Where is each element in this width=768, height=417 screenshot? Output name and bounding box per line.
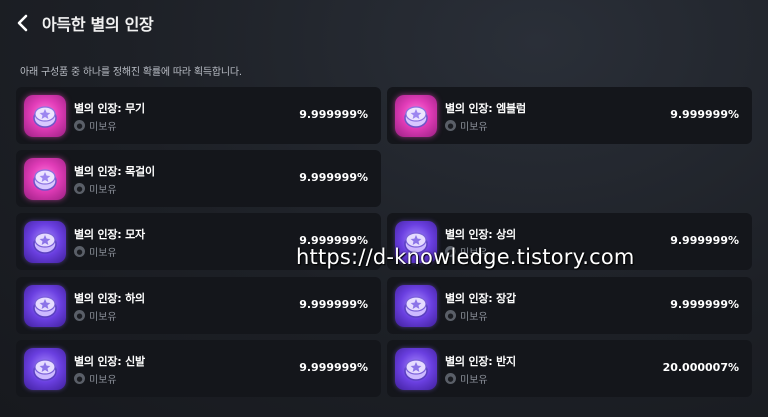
- item-status-label: 미보유: [89, 122, 117, 133]
- item-probability: 9.999999%: [299, 171, 368, 184]
- item-card-gloves[interactable]: 별의 인장: 장갑 ● 미보유 9.999999%: [387, 277, 752, 334]
- item-name: 별의 인장: 신발: [74, 355, 145, 368]
- lock-badge-icon: ●: [445, 120, 456, 131]
- item-card-bottom[interactable]: 별의 인장: 하의 ● 미보유 9.999999%: [16, 277, 381, 334]
- item-name: 별의 인장: 반지: [445, 355, 516, 368]
- lock-badge-icon: ●: [74, 373, 85, 384]
- star-seal-icon: [33, 106, 57, 128]
- item-icon-box: [395, 95, 437, 137]
- item-card-emblem[interactable]: 별의 인장: 엠블럼 ● 미보유 9.999999%: [387, 87, 752, 144]
- item-status: ● 미보유: [445, 118, 488, 133]
- chevron-left-icon: [17, 14, 28, 32]
- item-status: ● 미보유: [74, 118, 117, 133]
- item-icon-box: [395, 348, 437, 390]
- page-title: 아득한 별의 인장: [42, 15, 154, 34]
- item-status-label: 미보유: [89, 375, 117, 386]
- star-seal-icon: [404, 296, 428, 318]
- item-status: ● 미보유: [74, 181, 117, 196]
- item-name: 별의 인장: 목걸이: [74, 165, 155, 178]
- item-icon-box: [24, 221, 66, 263]
- item-status-label: 미보유: [460, 375, 488, 386]
- item-status: ● 미보유: [445, 308, 488, 323]
- watermark-text: https://d-knowledge.tistory.com: [296, 245, 635, 269]
- item-probability: 9.999999%: [670, 234, 739, 247]
- item-card-weapon[interactable]: 별의 인장: 무기 ● 미보유 9.999999%: [16, 87, 381, 144]
- item-status: ● 미보유: [74, 371, 117, 386]
- item-icon-box: [24, 348, 66, 390]
- lock-badge-icon: ●: [74, 310, 85, 321]
- star-seal-icon: [33, 169, 57, 191]
- item-card-ring[interactable]: 별의 인장: 반지 ● 미보유 20.000007%: [387, 340, 752, 397]
- item-status-label: 미보유: [89, 185, 117, 196]
- description-text: 아래 구성품 중 하나를 정해진 확률에 따라 획득합니다.: [20, 67, 242, 78]
- item-probability: 9.999999%: [670, 108, 739, 121]
- item-name: 별의 인장: 하의: [74, 292, 145, 305]
- item-probability: 9.999999%: [299, 361, 368, 374]
- item-status: ● 미보유: [74, 308, 117, 323]
- item-name: 별의 인장: 엠블럼: [445, 102, 526, 115]
- lock-badge-icon: ●: [445, 373, 456, 384]
- star-seal-icon: [33, 232, 57, 254]
- item-name: 별의 인장: 모자: [74, 228, 145, 241]
- lock-badge-icon: ●: [74, 183, 85, 194]
- item-probability: 9.999999%: [299, 298, 368, 311]
- item-icon-box: [24, 285, 66, 327]
- item-status-label: 미보유: [89, 312, 117, 323]
- item-name: 별의 인장: 장갑: [445, 292, 516, 305]
- item-name: 별의 인장: 상의: [445, 228, 516, 241]
- item-status-label: 미보유: [89, 248, 117, 259]
- item-icon-box: [24, 158, 66, 200]
- item-probability: 20.000007%: [662, 361, 739, 374]
- item-card-shoes[interactable]: 별의 인장: 신발 ● 미보유 9.999999%: [16, 340, 381, 397]
- item-status-label: 미보유: [460, 122, 488, 133]
- lock-badge-icon: ●: [74, 120, 85, 131]
- lock-badge-icon: ●: [74, 246, 85, 257]
- item-icon-box: [24, 95, 66, 137]
- lock-badge-icon: ●: [445, 310, 456, 321]
- item-probability: 9.999999%: [299, 108, 368, 121]
- page: 아득한 별의 인장 아래 구성품 중 하나를 정해진 확률에 따라 획득합니다.…: [0, 0, 768, 417]
- star-seal-icon: [404, 359, 428, 381]
- star-seal-icon: [33, 296, 57, 318]
- header: 아득한 별의 인장: [0, 0, 768, 46]
- item-status: ● 미보유: [445, 371, 488, 386]
- item-status: ● 미보유: [74, 244, 117, 259]
- back-button[interactable]: [12, 12, 32, 34]
- star-seal-icon: [404, 106, 428, 128]
- item-name: 별의 인장: 무기: [74, 102, 145, 115]
- item-card-necklace[interactable]: 별의 인장: 목걸이 ● 미보유 9.999999%: [16, 150, 381, 207]
- item-icon-box: [395, 285, 437, 327]
- item-probability: 9.999999%: [670, 298, 739, 311]
- star-seal-icon: [33, 359, 57, 381]
- item-status-label: 미보유: [460, 312, 488, 323]
